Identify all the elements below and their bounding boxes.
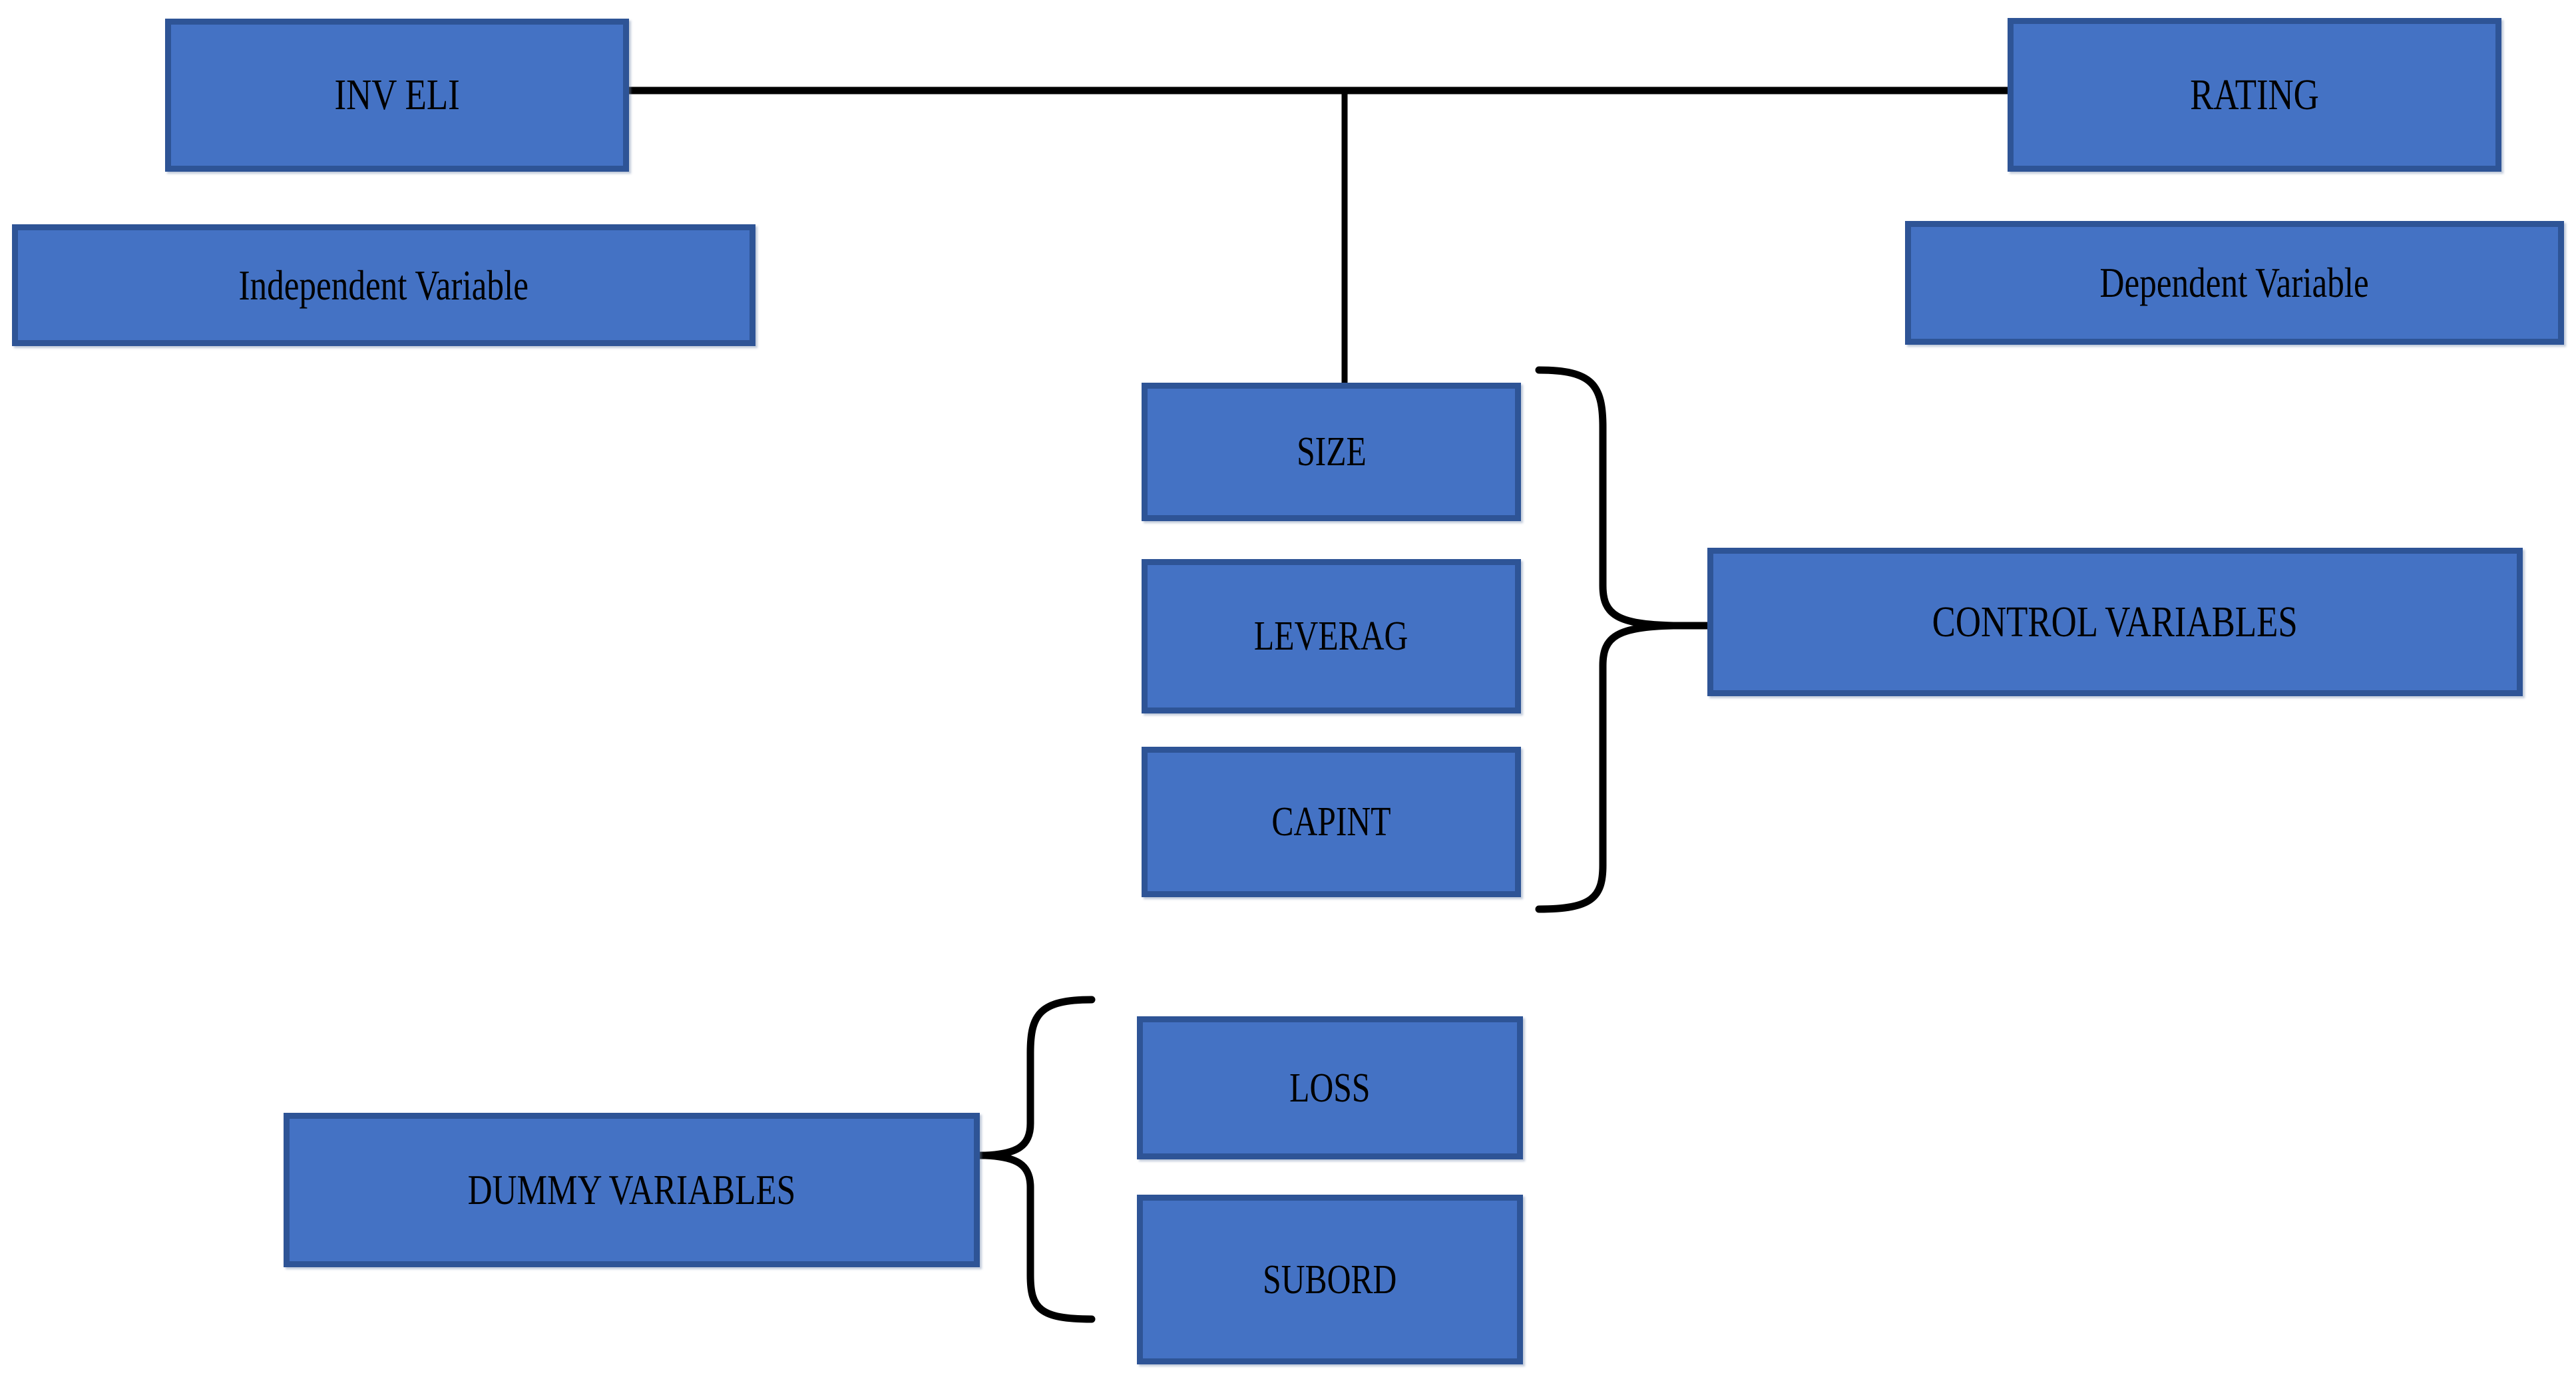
node-capint[interactable]: CAPINT [1142, 747, 1521, 897]
node-dependent-variable-label: Dependent Variable [2099, 259, 2370, 306]
node-rating[interactable]: RATING [2008, 18, 2501, 172]
node-control-variables[interactable]: CONTROL VARIABLES [1707, 548, 2523, 696]
node-inv-eli-label: INV ELI [334, 71, 460, 119]
node-dummy-variables[interactable]: DUMMY VARIABLES [284, 1113, 980, 1267]
node-size-label: SIZE [1296, 429, 1367, 475]
node-leverag-label: LEVERAG [1254, 614, 1408, 659]
node-capint-label: CAPINT [1271, 799, 1391, 845]
node-dummy-variables-label: DUMMY VARIABLES [467, 1166, 796, 1213]
control-variables-brace-icon [1535, 366, 1677, 913]
node-rating-label: RATING [2190, 70, 2319, 119]
node-control-variables-label: CONTROL VARIABLES [1932, 597, 2298, 646]
node-loss[interactable]: LOSS [1137, 1016, 1523, 1159]
node-subord-label: SUBORD [1263, 1257, 1397, 1302]
node-loss-label: LOSS [1289, 1065, 1371, 1111]
node-inv-eli[interactable]: INV ELI [165, 19, 629, 172]
diagram-canvas: INV ELI RATING Independent Variable Depe… [0, 0, 2576, 1397]
dummy-variables-brace-icon [981, 996, 1096, 1323]
node-dependent-variable[interactable]: Dependent Variable [1905, 221, 2564, 345]
node-independent-variable[interactable]: Independent Variable [12, 224, 755, 346]
node-independent-variable-label: Independent Variable [238, 261, 529, 309]
node-subord[interactable]: SUBORD [1137, 1195, 1523, 1364]
node-size[interactable]: SIZE [1142, 383, 1521, 521]
node-leverag[interactable]: LEVERAG [1142, 559, 1521, 713]
